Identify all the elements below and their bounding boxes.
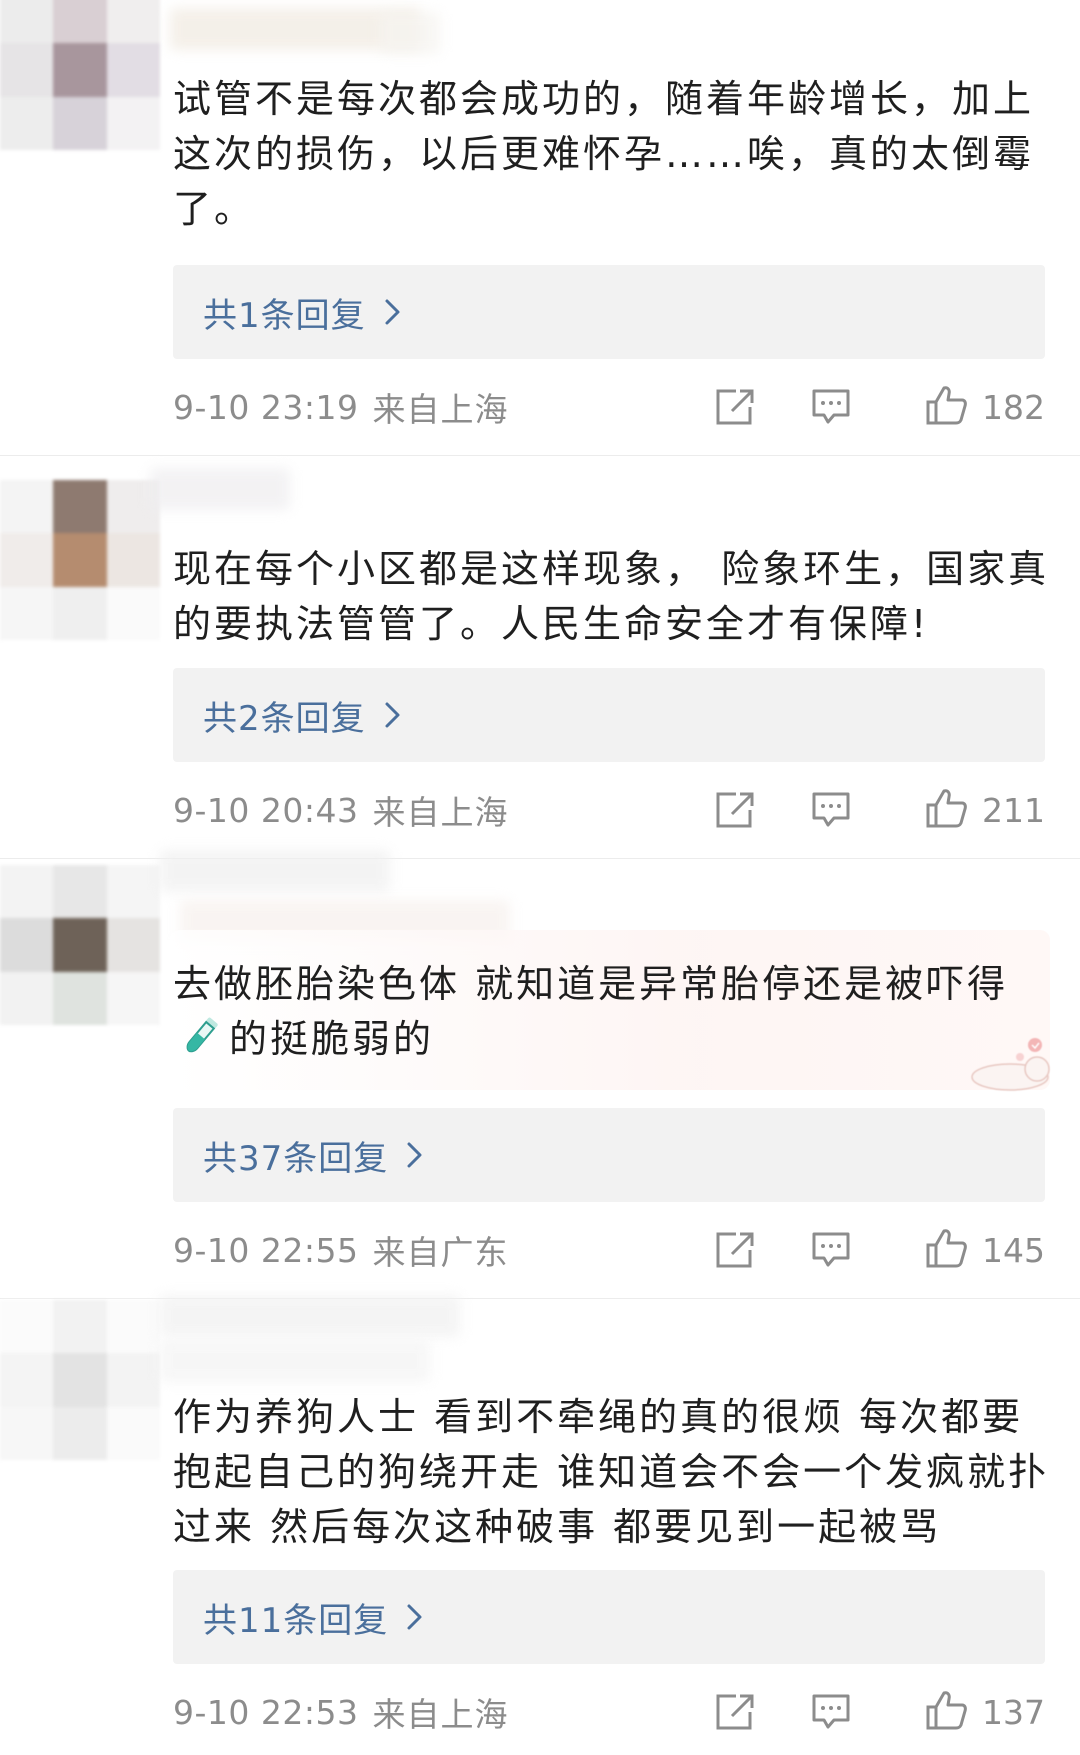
view-replies-button[interactable]: 共11条回复 (173, 1570, 1045, 1664)
comment-text: 试管不是每次都会成功的，随着年龄增长，加上这次的损伤，以后更难怀孕……唉，真的太… (173, 77, 1035, 231)
chevron-right-icon (384, 700, 414, 730)
thumbs-up-icon (924, 1227, 968, 1273)
view-replies-button[interactable]: 共1条回复 (173, 265, 1045, 359)
like-count: 145 (982, 1230, 1045, 1270)
share-icon[interactable] (713, 789, 757, 831)
comment-location: 来自上海 (372, 1695, 509, 1734)
like-count: 182 (982, 387, 1045, 427)
chevron-right-icon (384, 297, 414, 327)
like-count: 137 (982, 1692, 1045, 1732)
share-icon[interactable] (713, 1691, 757, 1733)
chevron-right-icon (406, 1140, 436, 1170)
comment-text: 去做胚胎染色体 就知道是异常胎停还是被吓得 的挺脆弱的 (173, 962, 1024, 1061)
avatar[interactable] (0, 1300, 160, 1460)
comment-location: 来自上海 (372, 793, 509, 832)
share-icon[interactable] (713, 386, 757, 428)
reply-count-label: 共2条回复 (203, 698, 366, 739)
comment-icon[interactable] (809, 1691, 853, 1733)
comment-icon[interactable] (809, 1229, 853, 1271)
comment-location: 来自上海 (372, 390, 509, 429)
comment-meta: 9-10 20:43 来自上海 211 (173, 785, 1045, 835)
username-blurred[interactable] (160, 1295, 460, 1337)
view-replies-button[interactable]: 共2条回复 (173, 668, 1045, 762)
test-tube-icon (179, 1014, 223, 1058)
share-icon[interactable] (713, 1229, 757, 1271)
reply-count-label: 共37条回复 (203, 1138, 389, 1179)
comment-meta: 9-10 22:53 来自上海 137 (173, 1687, 1045, 1737)
comment-icon[interactable] (809, 386, 853, 428)
like-button[interactable]: 211 (924, 785, 1045, 835)
divider (0, 455, 1080, 456)
comment-time: 9-10 22:55 (173, 1230, 359, 1270)
comment-meta: 9-10 22:55 来自广东 145 (173, 1225, 1045, 1275)
comment-location: 来自广东 (372, 1233, 509, 1272)
like-button[interactable]: 137 (924, 1687, 1045, 1737)
like-button[interactable]: 182 (924, 382, 1045, 432)
reply-count-label: 共1条回复 (203, 295, 366, 336)
avatar[interactable] (0, 0, 160, 150)
like-count: 211 (982, 790, 1045, 830)
comment-text: 现在每个小区都是这样现象， 险象环生，国家真的要执法管管了。人民生命安全才有保障… (173, 547, 1050, 646)
comment-time: 9-10 20:43 (173, 790, 359, 830)
thumbs-up-icon (924, 1689, 968, 1735)
comment-time: 9-10 23:19 (173, 387, 359, 427)
thumbs-up-icon (924, 787, 968, 833)
comment-time: 9-10 22:53 (173, 1692, 359, 1732)
thumbs-up-icon (924, 384, 968, 430)
avatar[interactable] (0, 865, 160, 1025)
reply-count-label: 共11条回复 (203, 1600, 389, 1641)
comment-text: 作为养狗人士 看到不牵绳的真的很烦 每次都要抱起自己的狗绕开走 谁知道会不会一个… (173, 1395, 1050, 1549)
username-blurred[interactable] (160, 850, 390, 892)
comment-icon[interactable] (809, 789, 853, 831)
username-blurred[interactable] (150, 468, 290, 510)
like-button[interactable]: 145 (924, 1225, 1045, 1275)
comment-meta: 9-10 23:19 来自上海 182 (173, 382, 1045, 432)
view-replies-button[interactable]: 共37条回复 (173, 1108, 1045, 1202)
cat-sticker-icon (955, 1035, 1055, 1095)
chevron-right-icon (406, 1602, 436, 1632)
avatar[interactable] (0, 480, 160, 640)
